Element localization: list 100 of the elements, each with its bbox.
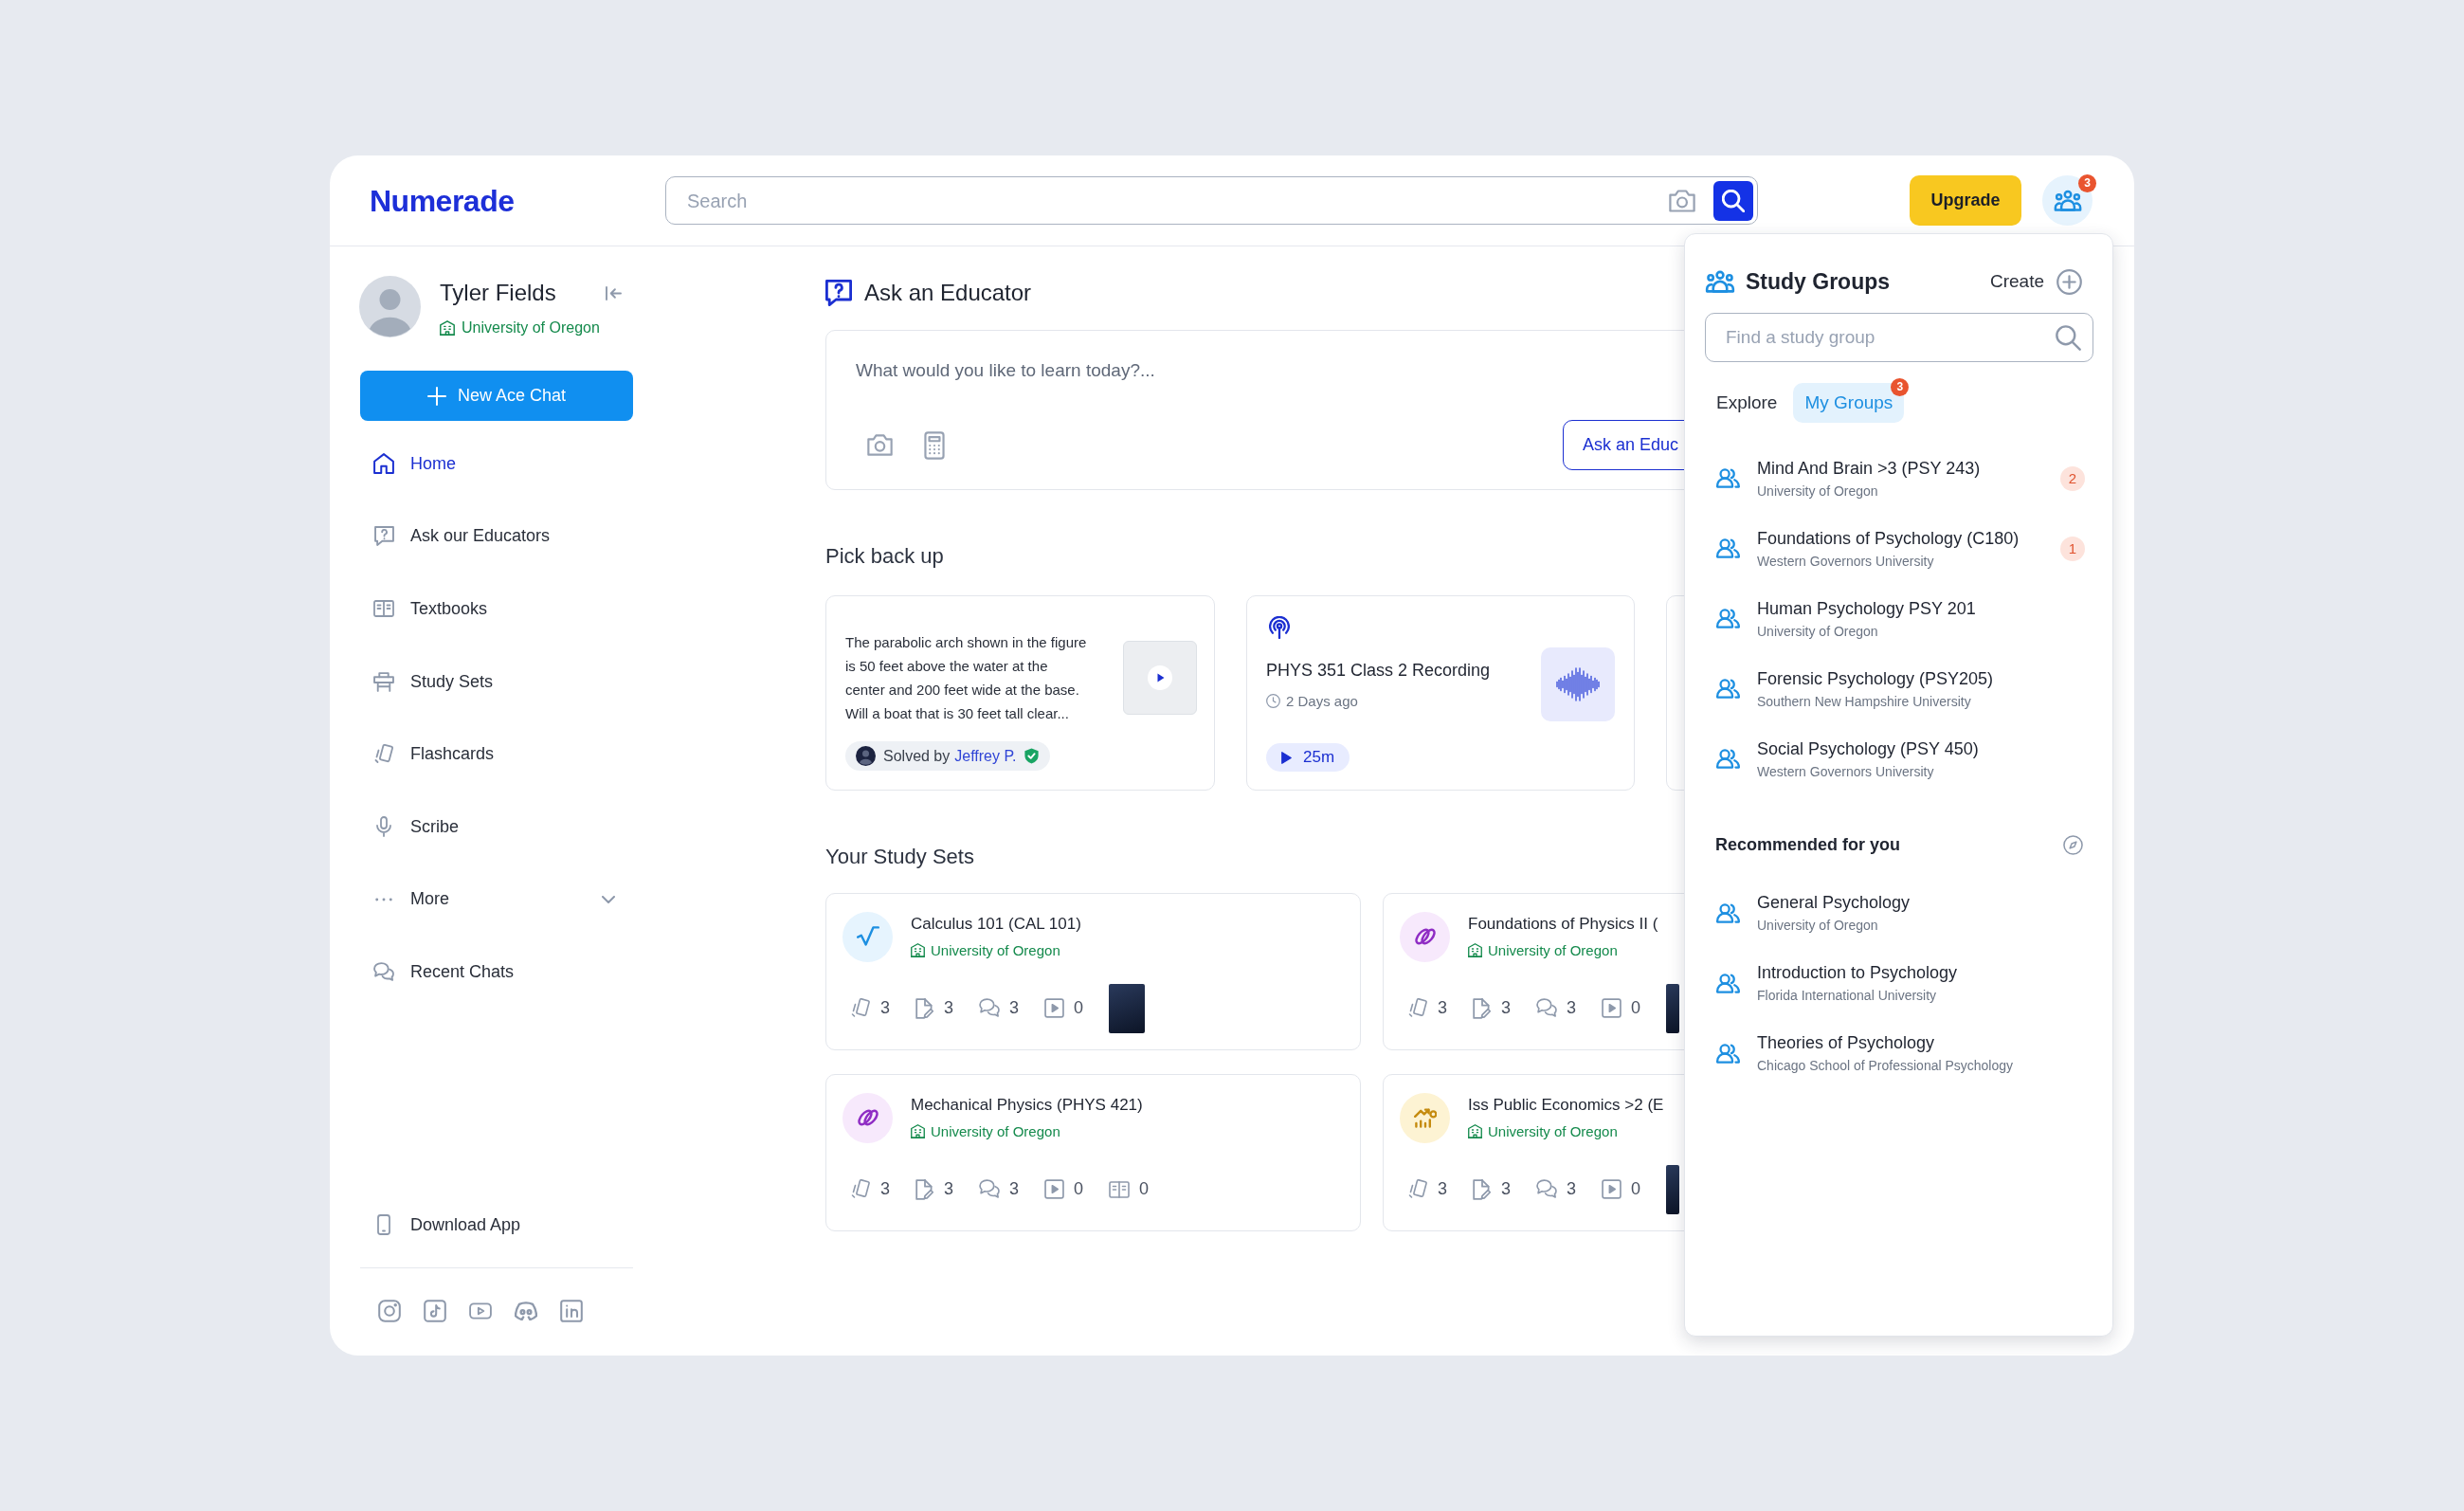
document-pencil-icon [915, 997, 934, 1019]
gamepad-icon[interactable] [515, 1302, 537, 1320]
people-icon [1716, 1043, 1740, 1064]
recording-title: PHYS 351 Class 2 Recording [1266, 659, 1491, 682]
study-groups-button[interactable] [2042, 175, 2093, 226]
people-icon [1716, 749, 1740, 769]
stat-count: 3 [880, 1178, 890, 1200]
stat-count: 3 [1501, 1178, 1512, 1200]
verified-shield-icon [1024, 748, 1039, 764]
study-set-card[interactable]: Calculus 101 (CAL 101) University of Oregon 3 3 3 0 [825, 893, 1361, 1050]
play-duration-button[interactable]: 25m [1266, 743, 1350, 772]
group-search-field[interactable]: Find a study group [1726, 323, 2056, 352]
download-app-link[interactable]: Download App [360, 1201, 633, 1248]
sidebar-item[interactable]: Home [360, 428, 633, 501]
plus-circle-icon [2056, 268, 2082, 295]
search-button[interactable] [1713, 180, 1753, 221]
camera-icon[interactable] [867, 434, 893, 456]
group-name[interactable]: Human Psychology PSY 201 [1757, 597, 1976, 619]
stat-count: 3 [880, 997, 890, 1019]
microphone-icon [376, 816, 391, 838]
people-group-icon [2053, 189, 2082, 212]
group-name[interactable]: Foundations of Psychology (C180) [1757, 527, 2020, 549]
stat-count: 3 [1009, 997, 1020, 1019]
solved-by-label: Solved by [883, 746, 951, 766]
podcast-icon [1269, 616, 1290, 639]
dots-icon [374, 897, 393, 901]
search-bar[interactable]: Search [665, 176, 1758, 225]
sidebar-item[interactable]: Recent Chats [360, 936, 633, 1009]
plus-icon [426, 386, 446, 406]
solution-card[interactable]: The parabolic arch shown in the figure is 50 feet above the water at the center and 200 feet wide at the base. Will a boat that is 30 feet tall clear... Solved by Jeffrey P. [825, 595, 1215, 791]
recording-card[interactable]: PHYS 351 Class 2 Recording 2 Days ago 25m [1246, 595, 1635, 791]
building-icon [1468, 1124, 1482, 1138]
panel-title: Study Groups [1746, 267, 1891, 296]
document-pencil-icon [915, 1178, 934, 1200]
create-button[interactable]: Create [1989, 267, 2082, 296]
question-bubble-icon [373, 526, 394, 547]
study-set-title[interactable]: Mechanical Physics (PHYS 421) [911, 1094, 1143, 1116]
video-icon [1602, 1179, 1622, 1199]
linked-rings-icon [1400, 911, 1450, 962]
in-square-icon[interactable] [560, 1300, 583, 1322]
search-field[interactable]: Search [687, 186, 1669, 215]
sidebar-item[interactable]: Flashcards [360, 718, 633, 791]
group-name[interactable]: Introduction to Psychology [1757, 962, 1958, 983]
calculator-icon[interactable] [924, 430, 945, 460]
play-icon[interactable] [1147, 665, 1172, 690]
upgrade-button[interactable]: Upgrade [1910, 175, 2021, 226]
video-icon [1602, 998, 1622, 1018]
school-name: University of Oregon [462, 319, 600, 337]
linked-rings-icon [842, 1092, 893, 1143]
cards-icon [851, 1178, 871, 1200]
unread-count: 2 [2060, 465, 2085, 491]
school-name: University of Oregon [1488, 1121, 1618, 1141]
study-set-card[interactable]: Mechanical Physics (PHYS 421) University of Oregon 3 3 3 0 0 [825, 1074, 1361, 1231]
cards-icon [1408, 997, 1428, 1019]
group-name[interactable]: General Psychology [1757, 892, 1911, 913]
compass-icon[interactable] [2063, 834, 2083, 855]
user-name: Tyler Fields [440, 279, 556, 307]
people-icon [1716, 609, 1740, 628]
study-set-title[interactable]: Iss Public Economics >2 (E [1468, 1094, 1664, 1116]
search-icon [1722, 189, 1745, 212]
stat-count: 3 [944, 1178, 954, 1200]
tutor-link[interactable]: Jeffrey P. [954, 744, 1017, 768]
group-name[interactable]: Forensic Psychology (PSY205) [1757, 667, 1994, 689]
question-bubble-icon [825, 280, 852, 306]
tab[interactable]: Explore [1705, 383, 1789, 423]
school-name: University of Oregon [931, 1121, 1060, 1141]
open-book-icon [1109, 1180, 1131, 1198]
section-title: Recommended for you [1715, 833, 1901, 856]
stat-count: 3 [1567, 997, 1577, 1019]
notification-badge: 3 [2078, 174, 2096, 192]
group-search-bar[interactable]: Find a study group [1705, 313, 2093, 362]
study-set-title[interactable]: Calculus 101 (CAL 101) [911, 913, 1081, 935]
collapse-icon[interactable] [606, 285, 622, 300]
group-name[interactable]: Mind And Brain >3 (PSY 243) [1757, 457, 1981, 479]
people-icon [1716, 468, 1740, 488]
people-icon [1716, 973, 1740, 993]
question-field[interactable]: What would you like to learn today?... [856, 354, 1666, 391]
play-box-icon[interactable] [469, 1302, 492, 1320]
sidebar-item[interactable]: Study Sets [360, 645, 633, 719]
group-name[interactable]: Theories of Psychology [1757, 1032, 2014, 1053]
group-name[interactable]: Social Psychology (PSY 450) [1757, 737, 1979, 759]
chat-bubbles-icon [1536, 1179, 1558, 1199]
study-set-title[interactable]: Foundations of Physics II ( [1468, 913, 1658, 935]
school-name: University of Oregon [931, 940, 1060, 960]
music-note-icon[interactable] [424, 1300, 446, 1322]
recording-time: 2 Days ago [1286, 691, 1358, 711]
camera-icon[interactable] [1669, 189, 1695, 212]
sidebar-item[interactable]: More [360, 863, 633, 937]
logo[interactable]: Numerade [370, 183, 515, 218]
stat-count: 3 [1438, 1178, 1447, 1200]
stat-count: 3 [1567, 1178, 1577, 1200]
search-icon[interactable] [2056, 324, 2081, 351]
sidebar-item[interactable]: Textbooks [360, 573, 633, 646]
camera-outline-icon[interactable] [378, 1300, 401, 1322]
group-school: University of Oregon [1757, 917, 1879, 934]
notification-badge: 3 [1891, 378, 1910, 396]
sidebar-item[interactable]: Scribe [360, 790, 633, 864]
sidebar-item[interactable]: Ask our Educators [360, 500, 633, 573]
open-book-icon [373, 600, 394, 618]
unread-count: 1 [2060, 536, 2085, 561]
